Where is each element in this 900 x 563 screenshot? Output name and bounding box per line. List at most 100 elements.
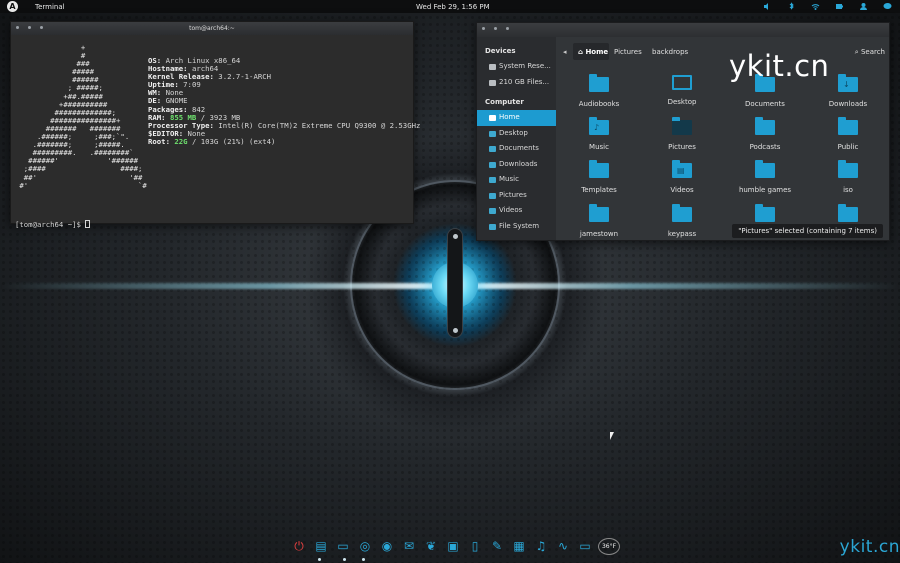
- folder-icon: [838, 160, 858, 178]
- chrome-icon[interactable]: ◎: [356, 538, 374, 555]
- search-button[interactable]: ⌕ Search: [855, 48, 885, 57]
- user-icon[interactable]: [859, 2, 868, 11]
- folder-music-icon: ♪: [589, 117, 609, 135]
- drive-icon: [489, 64, 496, 70]
- folder-item[interactable]: keypass: [642, 204, 722, 238]
- shell-prompt[interactable]: [tom@arch64 ~]$: [15, 220, 91, 229]
- folder-item[interactable]: Audiobooks: [559, 74, 639, 108]
- weather-widget[interactable]: 36°F: [598, 537, 620, 555]
- folder-item[interactable]: Pictures: [642, 117, 722, 151]
- headphones-icon[interactable]: ♫: [532, 538, 550, 555]
- minimize-icon[interactable]: [494, 27, 497, 30]
- desktop-monitor-icon: [672, 75, 692, 90]
- folder-icon: [589, 160, 609, 178]
- folder-videos-icon: ▤: [672, 160, 692, 178]
- folder-icon: [672, 204, 692, 222]
- maximize-icon[interactable]: [506, 27, 509, 30]
- drive-icon: [489, 79, 496, 86]
- wallpaper-bar: [447, 228, 463, 338]
- crumb-backdrops[interactable]: backdrops: [652, 48, 688, 56]
- sidebar-item-videos[interactable]: Videos: [477, 203, 556, 219]
- filesystem-icon: [489, 223, 496, 230]
- text-cursor: [85, 220, 91, 228]
- terminal-titlebar[interactable]: tom@arch64:~: [11, 22, 413, 35]
- sidebar-item-music[interactable]: Music: [477, 172, 556, 188]
- mail-icon[interactable]: ✉: [400, 538, 418, 555]
- sidebar-item-pictures[interactable]: Pictures: [477, 188, 556, 204]
- home-icon: ⌂: [578, 48, 584, 56]
- info-line: Root: 22G / 103G (21%) (ext4): [148, 136, 276, 146]
- document-icon[interactable]: ▯: [466, 538, 484, 555]
- back-button[interactable]: ◂: [563, 48, 567, 56]
- network-icon[interactable]: [811, 2, 820, 11]
- sidebar-item-filesystem[interactable]: File System: [477, 219, 556, 235]
- sidebar-item-home[interactable]: Home: [477, 110, 556, 126]
- app-menu[interactable]: Terminal: [35, 3, 65, 11]
- mouse-pointer: [610, 432, 614, 440]
- terminal-title: tom@arch64:~: [189, 25, 235, 32]
- clock[interactable]: Wed Feb 29, 1:56 PM: [416, 3, 490, 11]
- folder-icon: [755, 117, 775, 135]
- folder-download-icon: ↓: [838, 74, 858, 92]
- crumb-home[interactable]: ⌂ Home: [578, 48, 608, 56]
- prompt-text: [tom@arch64 ~]$: [15, 220, 86, 229]
- info-line: Uptime: 7:09: [148, 80, 201, 90]
- folder-item[interactable]: humble games: [725, 160, 805, 194]
- firefox-icon[interactable]: ◉: [378, 538, 396, 555]
- places-sidebar: Devices System Rese... 210 GB Files... C…: [477, 37, 556, 240]
- system-info: OS: Arch Linux x86_64 Hostname: arch64 K…: [148, 56, 420, 146]
- folder-item[interactable]: ♪ Music: [559, 117, 639, 151]
- videos-icon: [489, 208, 496, 214]
- terminal-icon[interactable]: ▭: [334, 538, 352, 555]
- documents-icon: [489, 146, 496, 152]
- screen-icon[interactable]: ▣: [444, 538, 462, 555]
- calculator-icon[interactable]: ▦: [510, 538, 528, 555]
- files-titlebar[interactable]: [477, 23, 889, 37]
- sidebar-item-device[interactable]: 210 GB Files...: [477, 75, 556, 91]
- battery-icon[interactable]: [835, 2, 844, 11]
- crumb-pictures[interactable]: Pictures: [614, 48, 642, 56]
- chat-icon[interactable]: ❦: [422, 538, 440, 555]
- folder-item[interactable]: Desktop: [642, 75, 722, 106]
- folder-icon: [755, 204, 775, 222]
- sidebar-item-device[interactable]: System Rese...: [477, 59, 556, 75]
- chat-icon[interactable]: [883, 2, 892, 11]
- folder-item[interactable]: jamestown: [559, 204, 639, 238]
- music-icon: [489, 177, 496, 183]
- folder-icon: [589, 204, 609, 222]
- watermark: ykit.cn: [729, 49, 830, 83]
- devices-header: Devices: [485, 47, 516, 55]
- system-tray: [763, 2, 892, 11]
- watermark-bottom: ykit.cn: [839, 537, 900, 557]
- folder-item[interactable]: Templates: [559, 160, 639, 194]
- arch-logo-icon[interactable]: A: [7, 1, 18, 12]
- monitor-graph-icon[interactable]: ∿: [554, 538, 572, 555]
- close-icon[interactable]: [482, 27, 485, 30]
- sidebar-item-desktop[interactable]: Desktop: [477, 126, 556, 142]
- folder-item[interactable]: Podcasts: [725, 117, 805, 151]
- search-icon: ⌕: [854, 48, 859, 56]
- desktop-icon: [489, 130, 496, 137]
- info-line: WM: None: [148, 88, 184, 98]
- volume-icon[interactable]: [763, 2, 772, 11]
- terminal-body[interactable]: + # ### ##### ###### ; #####; +##.##### …: [11, 35, 420, 228]
- pen-icon[interactable]: ✎: [488, 538, 506, 555]
- display-icon[interactable]: ▭: [576, 538, 594, 555]
- files-icon[interactable]: ▤: [312, 538, 330, 555]
- home-icon: [489, 115, 496, 121]
- folder-icon: [838, 204, 858, 222]
- folder-item[interactable]: ▤ Videos: [642, 160, 722, 194]
- sidebar-item-downloads[interactable]: Downloads: [477, 157, 556, 173]
- dock: ⏻ ▤ ▭ ◎ ◉ ✉ ❦ ▣ ▯ ✎ ▦ ♫ ∿ ▭ 36°F: [290, 536, 620, 556]
- downloads-icon: [489, 161, 496, 168]
- folder-item[interactable]: iso: [808, 160, 888, 194]
- arch-ascii-logo: + # ### ##### ###### ; #####; +##.##### …: [19, 43, 147, 190]
- folder-pictures-icon: [672, 117, 692, 135]
- folder-icon: [838, 117, 858, 135]
- terminal-window[interactable]: tom@arch64:~ + # ### ##### ###### ; ####…: [10, 21, 420, 229]
- bluetooth-icon[interactable]: [787, 2, 796, 11]
- power-icon[interactable]: ⏻: [290, 538, 308, 555]
- folder-icon: [589, 74, 609, 92]
- folder-item[interactable]: Public: [808, 117, 888, 151]
- sidebar-item-documents[interactable]: Documents: [477, 141, 556, 157]
